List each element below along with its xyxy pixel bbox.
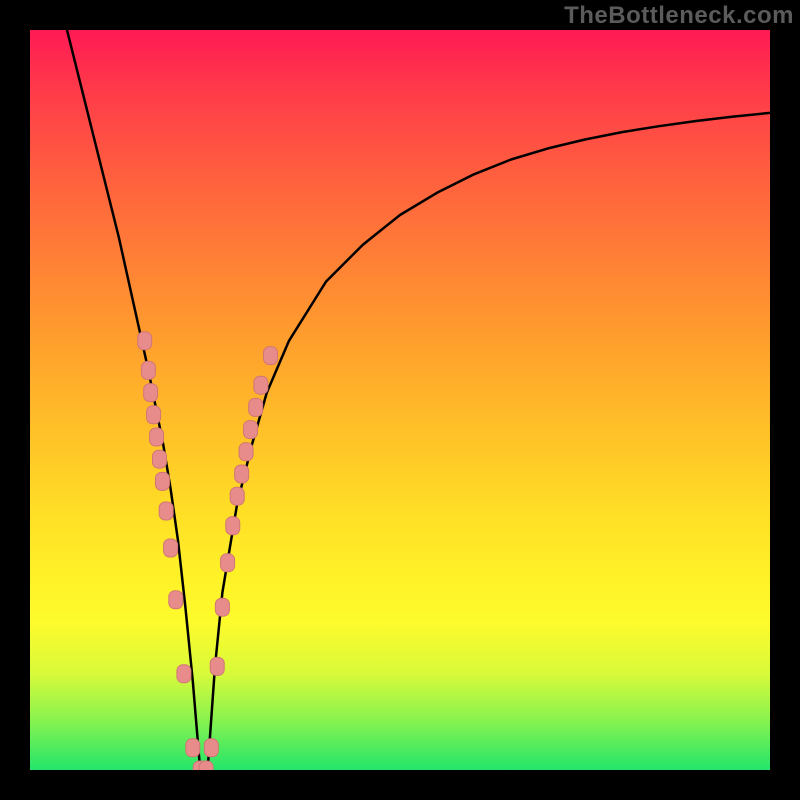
watermark[interactable]: TheBottleneck.com (564, 2, 794, 30)
curve-markers (138, 332, 278, 770)
curve-marker (254, 376, 268, 394)
curve-marker (199, 761, 213, 770)
curve-marker (186, 739, 200, 757)
curve-marker (141, 361, 155, 379)
watermark-link[interactable]: TheBottleneck.com (564, 2, 794, 29)
curve-marker (235, 465, 249, 483)
curve-marker (204, 739, 218, 757)
curve-marker (144, 384, 158, 402)
bottleneck-curve (67, 30, 770, 770)
curve-marker (264, 347, 278, 365)
curve-marker (215, 598, 229, 616)
curve-marker (249, 398, 263, 416)
curve-marker (153, 450, 167, 468)
curve-marker (226, 517, 240, 535)
curve-marker (155, 472, 169, 490)
curve-marker (239, 443, 253, 461)
curve-marker (138, 332, 152, 350)
curve-marker (150, 428, 164, 446)
curve-marker (210, 657, 224, 675)
curve-marker (147, 406, 161, 424)
curve-marker (169, 591, 183, 609)
chart-svg (30, 30, 770, 770)
plot-area (30, 30, 770, 770)
curve-marker (177, 665, 191, 683)
curve-marker (244, 421, 258, 439)
curve-marker (230, 487, 244, 505)
chart-frame: TheBottleneck.com (0, 0, 800, 800)
curve-marker (159, 502, 173, 520)
curve-marker (164, 539, 178, 557)
curve-marker (221, 554, 235, 572)
